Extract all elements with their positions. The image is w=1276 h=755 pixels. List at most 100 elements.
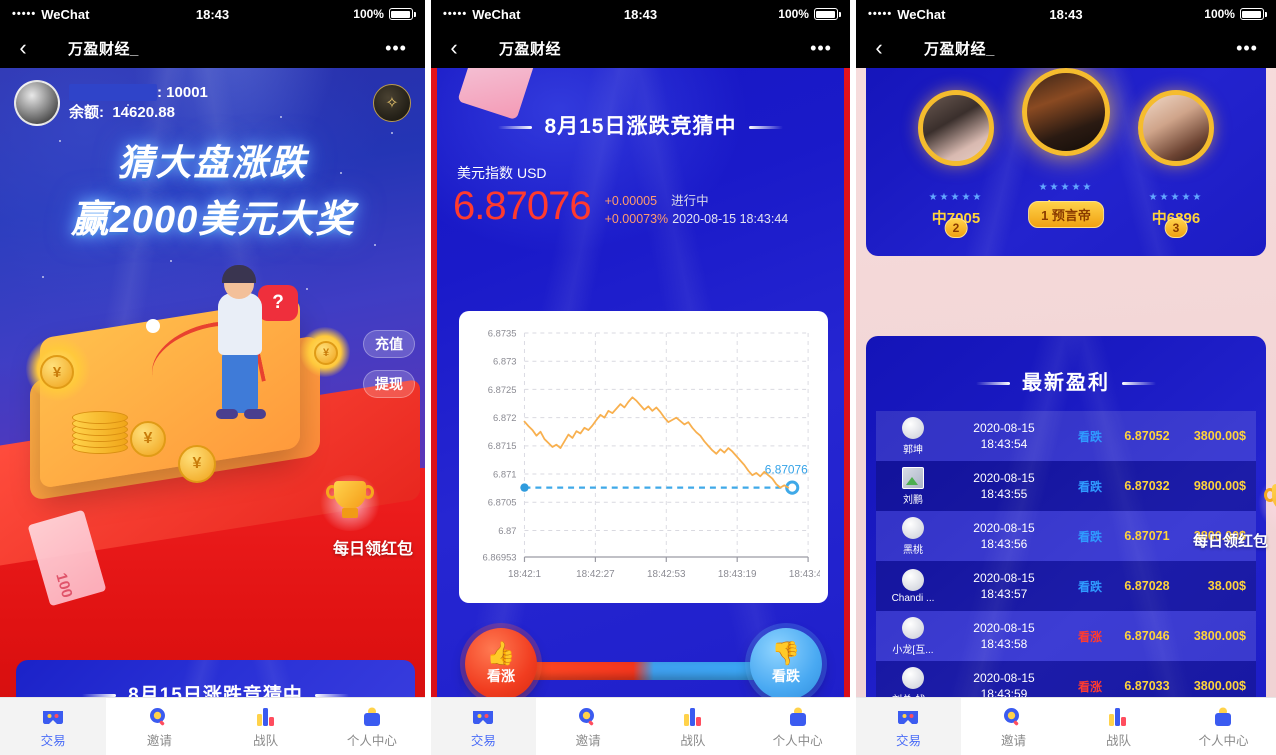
profit-row[interactable]: 小龙[互... 2020-08-15 18:43:58 看涨 6.87046 3800.0… — [875, 611, 1256, 661]
bet-down-button[interactable]: 👎 看跌 — [749, 628, 822, 700]
panel1-body: : 10001 余额: 14620.88 ✧ 猜大盘涨跌 赢2000美元大奖 ¥… — [0, 68, 425, 755]
user-id-row: : 10001 — [69, 83, 208, 103]
banknote-value: 100 — [52, 571, 76, 600]
back-button[interactable]: ‹ — [0, 37, 46, 59]
daily-red-packet-label-1[interactable]: 每日领红包 — [333, 535, 413, 559]
coin-badge-icon[interactable]: ✧ — [372, 84, 411, 122]
profit-value: 6.87028 — [1124, 579, 1170, 593]
profit-direction: 看跌 — [1077, 429, 1102, 444]
nav-bar: ‹ 万盈财经_ ••• — [0, 28, 425, 68]
change-absolute: +0.00005 — [604, 194, 658, 208]
back-button-3[interactable]: ‹ — [856, 37, 902, 59]
profit-username: 刘鹏 — [902, 494, 923, 506]
latest-profit-title-text: 最新盈利 — [1021, 372, 1110, 394]
title-dash-right-2 — [748, 125, 783, 129]
trophy-icon — [324, 477, 376, 523]
tab-invite[interactable]: 邀请 — [106, 698, 212, 755]
quote-block: 6.87076 +0.00005 进行中 +0.00073% 2020-08-15 … — [453, 186, 850, 228]
price-chart[interactable]: 6.8735 6.873 6.8725 6.872 6.8715 6.871 6.8705 6… — [458, 311, 828, 603]
profile-icon-3 — [1212, 705, 1234, 727]
more-options-button[interactable]: ••• — [385, 39, 425, 57]
coin-yen-a: ¥ — [130, 421, 166, 457]
tab-bar-3: 交易 邀请 战队 个人中心 — [855, 697, 1276, 755]
contest-title-text: 8月15日涨跌竞猜中 — [544, 115, 737, 138]
profit-time: 2020-08-15 18:43:58 — [944, 620, 1064, 652]
profit-user: 郭坤 — [882, 416, 944, 456]
svg-text:18:43:44: 18:43:44 — [789, 569, 820, 580]
search-invite-icon — [148, 705, 170, 727]
tab-profile-label-3: 个人中心 — [1198, 733, 1249, 748]
tab-invite-2[interactable]: 邀请 — [536, 698, 641, 755]
status-bar-left-2: ••••• WeChat — [443, 7, 520, 22]
battery-percent-label-2: 100% — [778, 7, 809, 21]
tab-profile[interactable]: 个人中心 — [319, 698, 425, 755]
tab-trade-2[interactable]: 交易 — [430, 698, 536, 755]
avatar[interactable] — [14, 80, 60, 126]
profit-row[interactable]: 刘鹏 2020-08-15 18:43:55 看跌 6.87032 9800.00$ — [875, 461, 1256, 511]
profile-icon-2 — [787, 705, 809, 727]
svg-text:6.8705: 6.8705 — [488, 498, 517, 509]
back-button-2[interactable]: ‹ — [431, 37, 477, 59]
balance-row: 余额: 14620.88 — [69, 103, 208, 123]
page-title: 万盈财经_ — [68, 40, 139, 58]
podium-badge-2: 2 — [944, 218, 968, 238]
withdraw-button[interactable]: 提现 — [362, 370, 415, 398]
more-options-button-3[interactable]: ••• — [1236, 39, 1276, 57]
tab-trade-3[interactable]: 交易 — [855, 698, 961, 755]
search-invite-icon-3 — [1002, 705, 1024, 727]
profit-time: 2020-08-15 18:43:55 — [944, 470, 1064, 502]
svg-text:6.872: 6.872 — [493, 413, 517, 424]
coin-yen-left: ¥ — [40, 355, 74, 389]
profit-value: 6.87032 — [1124, 479, 1170, 493]
tab-profile-label-2: 个人中心 — [772, 733, 823, 748]
index-header: 美元指数 USD — [453, 162, 850, 184]
profit-avatar — [901, 466, 924, 489]
profit-avatar — [901, 666, 924, 689]
quote-meta-row2: +0.00073% 2020-08-15 18:43:44 — [605, 210, 789, 228]
tab-profile-label: 个人中心 — [346, 733, 397, 748]
profit-date: 2020-08-15 — [973, 420, 1035, 435]
tab-profile-3[interactable]: 个人中心 — [1171, 698, 1276, 755]
trade-icon-2 — [472, 705, 494, 727]
recharge-button[interactable]: 充值 — [362, 330, 415, 358]
profit-row[interactable]: 郭坤 2020-08-15 18:43:54 看跌 6.87052 3800.00$ — [875, 411, 1256, 461]
tab-invite-3[interactable]: 邀请 — [961, 698, 1066, 755]
podium-rank-1[interactable]: 1 预言帝 ★★★★★ 中8028 — [1021, 68, 1110, 228]
more-options-button-2[interactable]: ••• — [810, 39, 850, 57]
panel2-body: 8月15日涨跌竞猜中 美元指数 USD 6.87076 +0.00005 进行中 +… — [430, 68, 850, 755]
status-bar-3: ••••• WeChat 18:43 100% — [855, 0, 1276, 28]
podium-rank-2[interactable]: 2 ★★★★★ 中7005 — [917, 90, 994, 238]
profit-avatar — [901, 416, 924, 439]
profit-list[interactable]: 郭坤 2020-08-15 18:43:54 看跌 6.87052 3800.00$ 刘鹏 2… — [875, 411, 1256, 711]
tab-trade[interactable]: 交易 — [0, 698, 107, 755]
svg-text:6.873: 6.873 — [493, 357, 517, 368]
daily-red-packet-label-3[interactable]: 每日领红包 — [1193, 530, 1268, 551]
profit-clock: 18:43:56 — [980, 537, 1028, 551]
tab-profile-2[interactable]: 个人中心 — [745, 698, 850, 755]
bet-up-button[interactable]: 👍 看涨 — [464, 628, 537, 700]
phone-screen-1: ••••• WeChat 18:43 100% ‹ 万盈财经_ •••: 10… — [0, 0, 425, 755]
status-bar-left-3: ••••• WeChat — [868, 7, 945, 22]
podium-rank-3[interactable]: 3 ★★★★★ 中6896 — [1137, 90, 1214, 238]
tab-team-2[interactable]: 战队 — [640, 698, 745, 755]
status-bar-right: 100% — [353, 7, 416, 21]
profit-row[interactable]: Chandi ... 2020-08-15 18:43:57 看跌 6.87028 38.… — [875, 561, 1256, 611]
tab-team-3[interactable]: 战队 — [1066, 698, 1171, 755]
profit-value: 6.87033 — [1124, 679, 1170, 693]
profit-time: 2020-08-15 18:43:54 — [944, 420, 1064, 452]
battery-icon — [388, 8, 416, 20]
contest-title: 8月15日涨跌竞猜中 — [431, 110, 850, 140]
battery-percent-label-3: 100% — [1204, 7, 1235, 21]
tab-team[interactable]: 战队 — [213, 698, 319, 755]
trade-icon-3 — [897, 705, 919, 727]
coin-yen-b: ¥ — [178, 445, 216, 483]
index-code-2: USD — [516, 165, 547, 181]
profit-clock: 18:43:57 — [980, 587, 1028, 601]
coin-yen-right: ¥ — [314, 341, 338, 365]
profit-date: 2020-08-15 — [973, 620, 1035, 635]
bet-down-label: 看跌 — [771, 668, 800, 684]
tab-invite-label-2: 邀请 — [575, 733, 601, 748]
username-masked — [69, 84, 157, 102]
search-invite-icon-2 — [577, 705, 599, 727]
profit-amount: 3800.00$ — [1193, 679, 1246, 693]
